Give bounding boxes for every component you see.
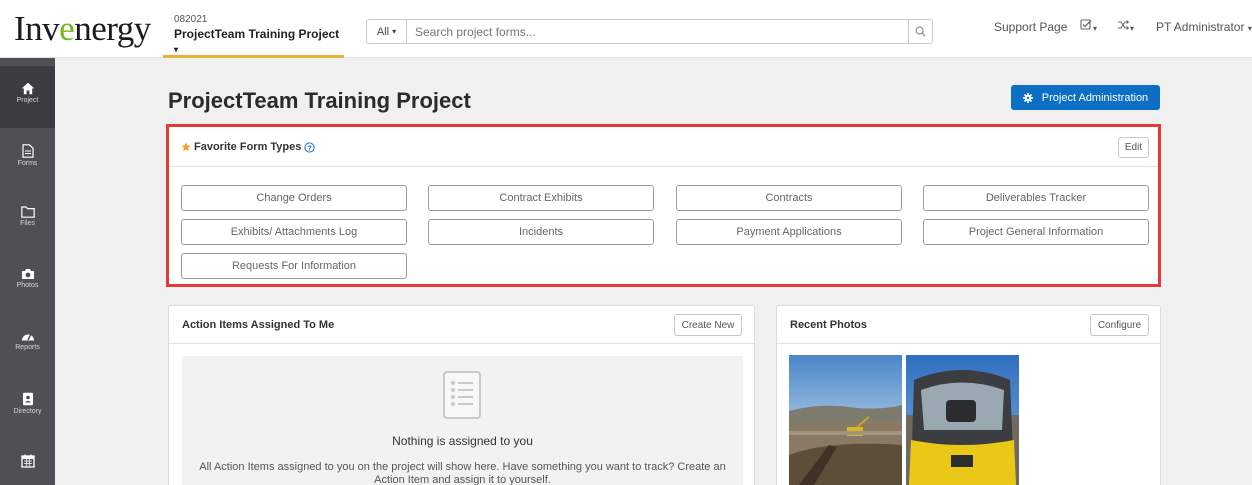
- form-type-button[interactable]: Exhibits/ Attachments Log: [181, 219, 407, 245]
- search-scope-dropdown[interactable]: All ▾: [367, 20, 407, 43]
- caret-down-icon: ▾: [392, 27, 397, 36]
- empty-state-description: All Action Items assigned to you on the …: [199, 461, 726, 485]
- address-book-icon: [22, 392, 33, 406]
- sidebar-item-label: Reports: [15, 344, 40, 351]
- svg-text:?: ?: [308, 143, 313, 152]
- star-icon: [181, 142, 191, 152]
- empty-state-title: Nothing is assigned to you: [392, 434, 533, 448]
- search-icon: [915, 26, 926, 37]
- dashboard-icon: [21, 334, 34, 341]
- survey-equipment-photo: [906, 355, 1019, 485]
- sidebar-item-label: Project: [16, 97, 39, 104]
- sidebar-item-label: Directory: [13, 408, 42, 415]
- sidebar-item-files[interactable]: Files: [0, 190, 55, 252]
- shuffle-menu[interactable]: ▾: [1117, 19, 1134, 34]
- calendar-icon: [20, 454, 35, 468]
- action-items-empty-state: Nothing is assigned to you All Action It…: [182, 356, 743, 485]
- page-title: ProjectTeam Training Project: [168, 88, 471, 113]
- invenergy-logo[interactable]: Invenergy: [14, 9, 151, 49]
- action-items-header: Action Items Assigned To Me Create New: [169, 306, 754, 344]
- form-type-button[interactable]: Deliverables Tracker: [923, 185, 1149, 211]
- project-name: ProjectTeam Training Project ▾: [174, 27, 340, 54]
- caret-down-icon: ▾: [1247, 24, 1252, 33]
- form-type-button[interactable]: Contracts: [676, 185, 902, 211]
- sidebar-item-directory[interactable]: Directory: [0, 376, 55, 438]
- create-new-button[interactable]: Create New: [674, 314, 742, 336]
- project-code: 082021: [174, 14, 208, 25]
- shuffle-icon: [1118, 20, 1130, 30]
- help-icon[interactable]: ?: [304, 141, 315, 153]
- recent-photo-thumbnail[interactable]: [906, 355, 1019, 485]
- document-icon: [21, 144, 34, 158]
- sidebar-item-label: Forms: [17, 160, 38, 167]
- form-type-button[interactable]: Project General Information: [923, 219, 1149, 245]
- sidebar: Project Forms Files Photos Reports Direc…: [0, 58, 55, 485]
- camera-icon: [21, 269, 34, 279]
- recent-photos-header: Recent Photos Configure: [777, 306, 1160, 344]
- form-type-button[interactable]: Change Orders: [181, 185, 407, 211]
- search-button[interactable]: [908, 20, 932, 43]
- search-bar: All ▾: [366, 19, 933, 44]
- action-items-title: Action Items Assigned To Me: [182, 319, 335, 331]
- form-type-button[interactable]: Payment Applications: [676, 219, 902, 245]
- action-items-card: Action Items Assigned To Me Create New N…: [168, 305, 755, 485]
- favorite-form-types-header: Favorite Form Types ? Edit: [169, 127, 1158, 167]
- home-icon: [21, 82, 34, 95]
- favorite-form-types-title: Favorite Form Types ?: [181, 141, 315, 153]
- form-type-button[interactable]: Requests For Information: [181, 253, 407, 279]
- user-menu[interactable]: PT Administrator ▾: [1156, 20, 1252, 34]
- tasks-menu[interactable]: ▾: [1080, 19, 1097, 34]
- clipboard-list-icon: [443, 371, 481, 419]
- form-type-button[interactable]: Contract Exhibits: [428, 185, 654, 211]
- sidebar-item-label: Photos: [16, 282, 39, 289]
- project-switcher[interactable]: 082021 ProjectTeam Training Project ▾: [163, 0, 344, 58]
- support-page-link[interactable]: Support Page: [994, 20, 1067, 34]
- sidebar-item-calendar[interactable]: [0, 438, 55, 485]
- recent-photos-title: Recent Photos: [790, 319, 868, 331]
- folder-icon: [20, 206, 35, 218]
- sidebar-item-label: Files: [20, 220, 35, 227]
- caret-down-icon: ▾: [174, 45, 179, 54]
- sidebar-item-forms[interactable]: Forms: [0, 128, 55, 190]
- form-type-button[interactable]: Incidents: [428, 219, 654, 245]
- edit-favorites-button[interactable]: Edit: [1118, 137, 1149, 158]
- recent-photo-thumbnail[interactable]: [789, 355, 902, 485]
- construction-site-photo: [789, 355, 902, 485]
- favorite-form-types-panel: Favorite Form Types ? Edit Change Orders…: [166, 124, 1161, 287]
- gear-icon: [1022, 92, 1033, 103]
- sidebar-item-reports[interactable]: Reports: [0, 314, 55, 376]
- project-administration-label: Project Administration: [1041, 91, 1149, 104]
- recent-photos-card: Recent Photos Configure: [776, 305, 1161, 485]
- sidebar-item-project[interactable]: Project: [0, 66, 55, 128]
- sidebar-item-photos[interactable]: Photos: [0, 252, 55, 314]
- checklist-icon: [1080, 19, 1092, 30]
- search-input[interactable]: [407, 20, 908, 43]
- top-bar: Invenergy 082021 ProjectTeam Training Pr…: [0, 0, 1252, 58]
- configure-button[interactable]: Configure: [1090, 314, 1149, 336]
- project-administration-button[interactable]: Project Administration: [1011, 85, 1160, 110]
